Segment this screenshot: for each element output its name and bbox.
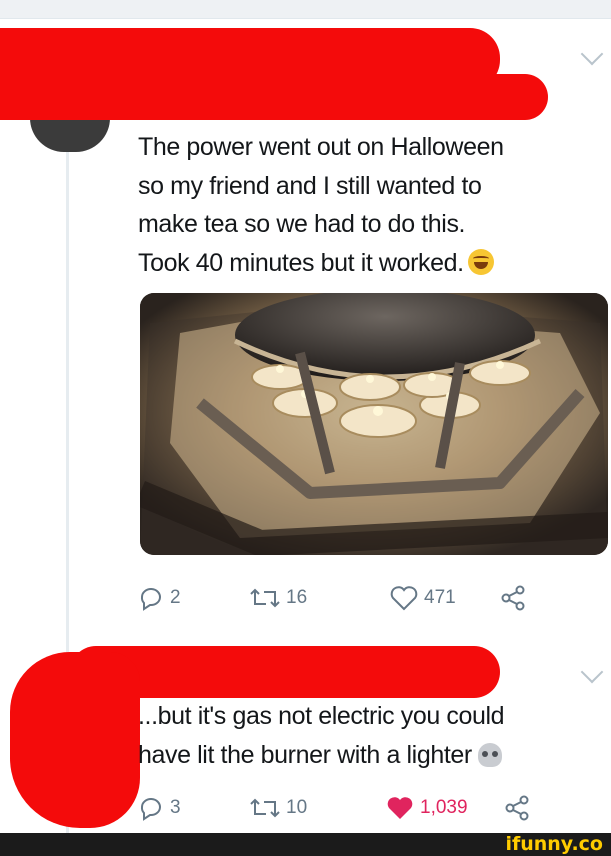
chevron-down-icon-reply[interactable] [580, 660, 604, 684]
tweet-actions: 2 16 471 [138, 585, 528, 611]
tweet-photo[interactable] [140, 293, 608, 555]
like-button-2[interactable]: 1,039 [386, 795, 504, 821]
skull-emoji-icon [477, 742, 502, 767]
top-strip [0, 0, 611, 19]
like-button[interactable]: 471 [390, 585, 500, 611]
grinning-sweat-emoji-icon [467, 248, 494, 275]
share-button[interactable] [500, 585, 528, 611]
reply-actions: 3 10 1,039 [138, 795, 532, 821]
watermark-bar: ifunny.co [0, 833, 611, 856]
reply-count: 2 [170, 587, 181, 608]
share-icon [505, 795, 529, 821]
retweet-button-2[interactable]: 10 [250, 796, 386, 820]
retweet-count: 10 [286, 797, 308, 818]
retweet-icon [250, 798, 280, 818]
like-count: 1,039 [420, 797, 468, 818]
tweet-text: The power went out on Halloween so my fr… [138, 133, 504, 277]
redaction-reply-avatar [10, 652, 140, 828]
heart-filled-icon [387, 797, 413, 819]
share-icon [501, 585, 525, 611]
retweet-count: 16 [286, 587, 308, 608]
redaction-handle [0, 74, 548, 120]
reply-count: 3 [170, 797, 181, 818]
ifunny-watermark: ifunny.co [505, 833, 603, 855]
reply-text: ...but it's gas not electric you could h… [138, 702, 505, 769]
reply-button[interactable]: 2 [138, 585, 250, 611]
retweet-button[interactable]: 16 [250, 586, 390, 610]
retweet-icon [250, 588, 280, 608]
like-count: 471 [424, 587, 456, 608]
reply-icon [140, 798, 161, 821]
chevron-down-icon[interactable] [580, 42, 604, 66]
reply-button-2[interactable]: 3 [138, 795, 250, 821]
avatar[interactable] [30, 118, 110, 152]
share-button-2[interactable] [504, 795, 532, 821]
heart-icon [390, 586, 418, 611]
reply-icon [140, 588, 161, 611]
